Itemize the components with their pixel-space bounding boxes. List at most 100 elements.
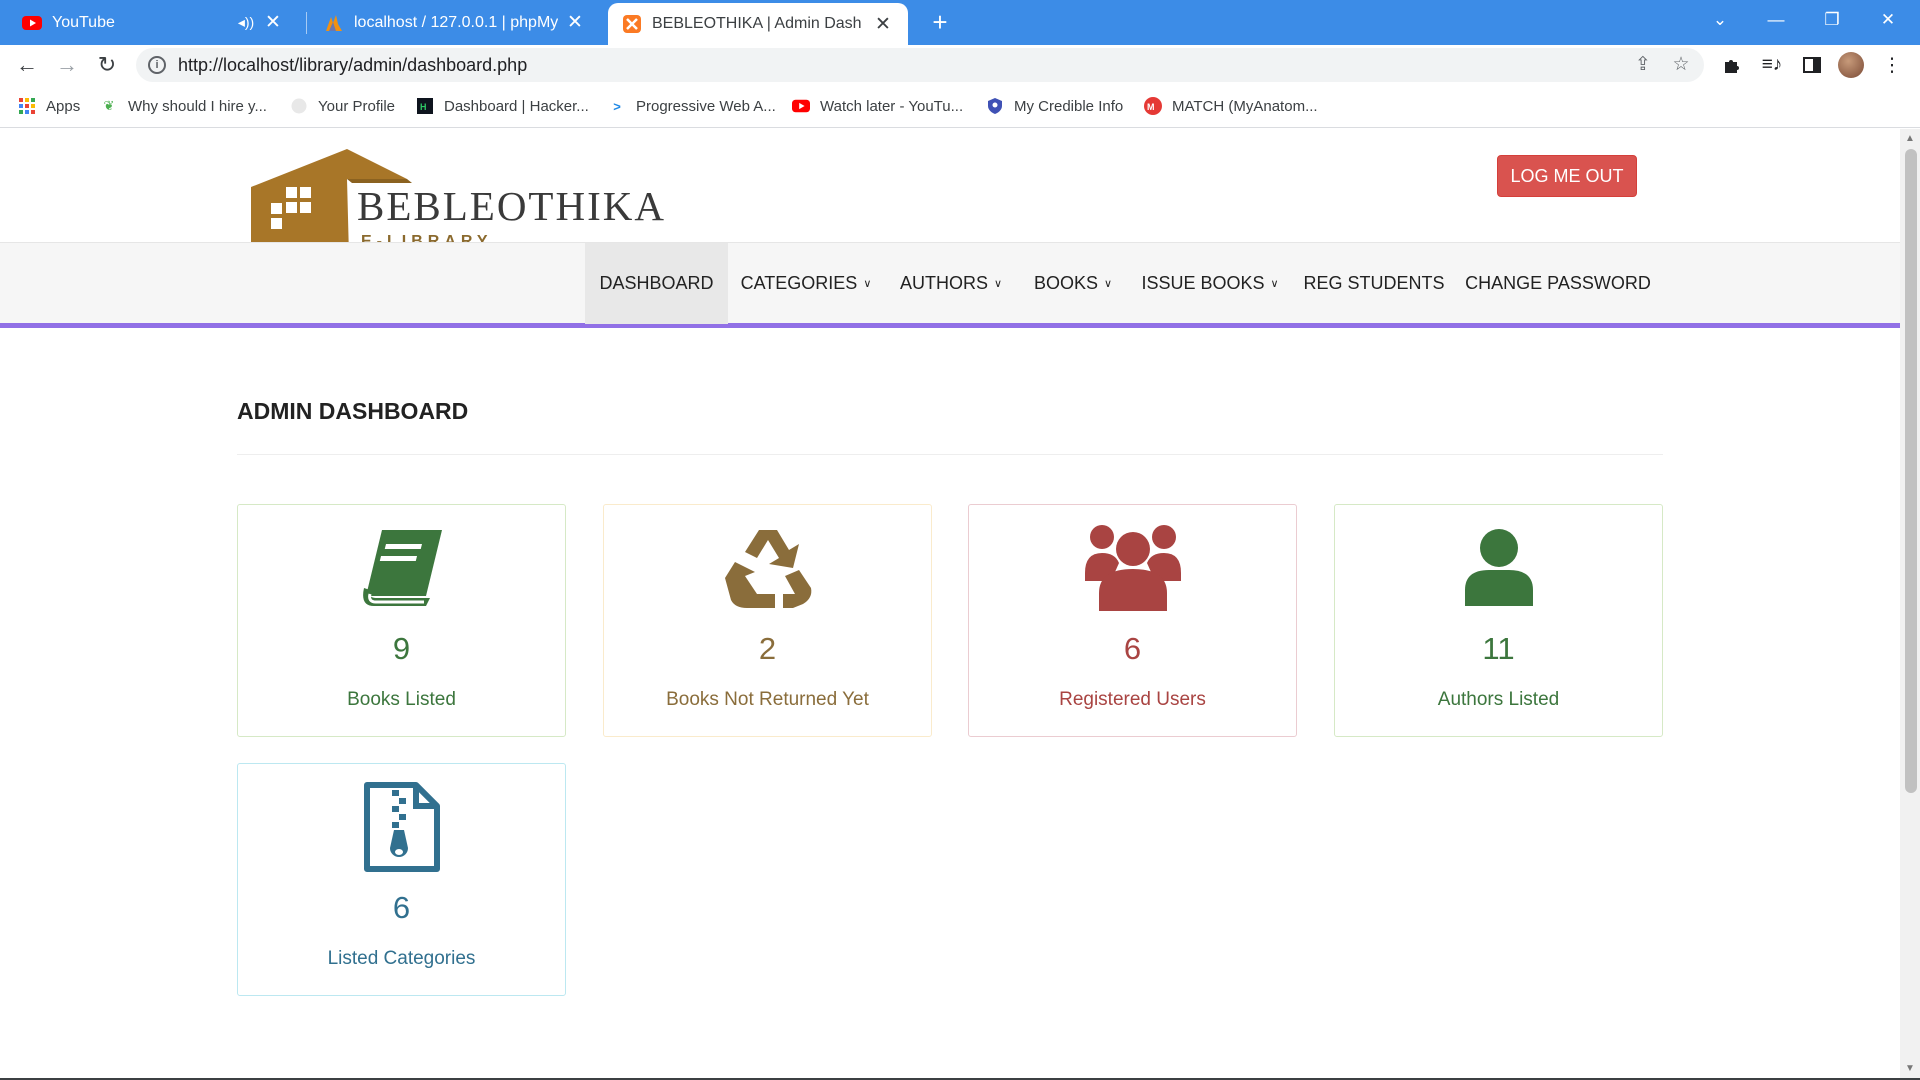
page-viewport: BEBLEOTHIKA E-LIBRARY LOG ME OUT DASHBOA… [0,129,1900,1080]
browser-toolbar: ← → ↻ i http://localhost/library/admin/d… [0,45,1920,85]
card-label: Books Listed [347,689,456,710]
close-icon[interactable]: ✕ [872,13,894,36]
bookmark-watch-later[interactable]: Watch later - YouTu... [792,95,963,117]
file-zip-icon [238,782,565,872]
forward-icon[interactable]: → [50,49,84,81]
close-icon[interactable]: ✕ [564,11,586,34]
match-icon: M [1144,97,1162,115]
chevron-down-icon: ∨ [1103,278,1113,290]
scroll-up-arrow-icon[interactable]: ▲ [1904,133,1916,144]
side-panel-icon[interactable] [1796,50,1828,80]
speaker-icon[interactable]: ◂)) [236,14,256,31]
extensions-icon[interactable] [1716,50,1748,80]
nav-categories[interactable]: CATEGORIES ∨ [728,243,884,324]
more-menu-icon[interactable]: ⋮ [1876,50,1908,80]
youtube-icon [792,97,810,115]
hackerrank-icon: H [416,97,434,115]
tab-phpmyadmin[interactable]: localhost / 127.0.0.1 | phpMyAdm ✕ [310,0,600,45]
tab-divider [306,12,307,34]
bookmark-apps[interactable]: Apps [18,95,80,117]
leaf-icon: ❦ [103,98,115,113]
github-icon [290,97,308,115]
page-scrollbar[interactable]: ▲ ▼ [1900,129,1920,1080]
tab-title: BEBLEOTHIKA | Admin Dash Boar [652,15,866,32]
nav-label: AUTHORS [899,273,988,293]
nav-label: ISSUE BOOKS [1141,273,1265,293]
tab-bebleothika[interactable]: BEBLEOTHIKA | Admin Dash Boar ✕ [608,3,908,45]
nav-label: REG STUDENTS [1303,273,1445,293]
card-authors-listed[interactable]: 11 Authors Listed [1334,504,1663,737]
profile-avatar[interactable] [1838,52,1864,78]
bookmark-credible[interactable]: My Credible Info [986,95,1123,117]
bookmark-profile[interactable]: Your Profile [290,95,395,117]
bookmark-hackerrank[interactable]: H Dashboard | Hacker... [416,95,589,117]
card-value: 9 [392,631,411,666]
card-listed-categories[interactable]: 6 Listed Categories [237,763,566,996]
nav-label: CATEGORIES [740,273,858,293]
back-icon[interactable]: ← [10,49,44,81]
tab-youtube[interactable]: YouTube ◂)) ✕ [8,0,298,45]
chevron-down-icon: ∨ [993,278,1003,290]
card-label: Books Not Returned Yet [666,689,869,710]
shield-icon [986,97,1004,115]
nav-dashboard[interactable]: DASHBOARD [585,243,728,324]
browser-tab-strip: YouTube ◂)) ✕ localhost / 127.0.0.1 | ph… [0,0,1920,45]
tab-title: localhost / 127.0.0.1 | phpMyAdm [354,13,558,31]
card-value: 11 [1482,631,1515,666]
phpmyadmin-icon [324,13,344,33]
card-books-listed[interactable]: 9 Books Listed [237,504,566,737]
tab-search-icon[interactable]: ⌄ [1692,0,1748,40]
minimize-button[interactable]: — [1748,0,1804,40]
bookmark-label: Watch later - YouTu... [820,97,964,115]
nav-authors[interactable]: AUTHORS ∨ [884,243,1018,324]
chevron-down-icon: ∨ [1270,278,1279,290]
share-icon[interactable]: ⇪ [1630,53,1656,77]
nav-label: CHANGE PASSWORD [1465,273,1651,293]
restore-button[interactable]: ❐ [1804,0,1860,40]
media-control-icon[interactable]: ≡♪ [1756,50,1788,80]
site-header: BEBLEOTHIKA E-LIBRARY LOG ME OUT [0,129,1900,256]
card-registered-users[interactable]: 6 Registered Users [968,504,1297,737]
vscode-icon: > [613,98,621,114]
site-logo[interactable]: BEBLEOTHIKA E-LIBRARY [237,149,664,256]
svg-text:H: H [420,102,427,112]
scroll-down-arrow-icon[interactable]: ▼ [1904,1063,1916,1074]
nav-change-password[interactable]: CHANGE PASSWORD [1456,243,1660,324]
url-text[interactable]: http://localhost/library/admin/dashboard… [178,55,527,76]
bookmark-pwa[interactable]: > Progressive Web A... [608,95,776,117]
apps-grid-icon [18,97,36,115]
nav-issue-books[interactable]: ISSUE BOOKS ∨ [1128,243,1292,324]
bookmarks-bar: Apps ❦ Why should I hire y... Your Profi… [0,85,1920,128]
bookmark-label: Why should I hire y... [128,97,267,115]
nav-reg-students[interactable]: REG STUDENTS [1292,243,1456,324]
new-tab-button[interactable]: + [920,0,960,45]
nav-label: BOOKS [1033,273,1098,293]
main-nav: DASHBOARD CATEGORIES ∨ AUTHORS ∨ BOOKS ∨… [0,242,1900,328]
bookmark-label: Apps [46,97,81,115]
logo-title: BEBLEOTHIKA [357,183,666,229]
star-icon[interactable]: ☆ [1668,53,1694,77]
card-label: Registered Users [1059,689,1206,710]
bookmark-label: Your Profile [318,97,395,115]
card-value: 6 [1123,631,1142,666]
card-value: 2 [758,631,777,666]
reload-icon[interactable]: ↻ [90,49,124,81]
chevron-down-icon: ∨ [863,278,872,290]
tab-title: YouTube [52,13,115,31]
bookmark-label: Progressive Web A... [636,97,776,115]
card-books-not-returned[interactable]: 2 Books Not Returned Yet [603,504,932,737]
bookmark-hire[interactable]: ❦ Why should I hire y... [100,95,267,117]
user-icon [1335,523,1662,613]
close-icon[interactable]: ✕ [262,11,284,34]
logout-button[interactable]: LOG ME OUT [1497,155,1637,197]
card-label: Listed Categories [327,948,476,969]
nav-books[interactable]: BOOKS ∨ [1018,243,1128,324]
xampp-icon [622,14,642,34]
close-window-button[interactable]: ✕ [1860,0,1916,40]
info-icon[interactable]: i [148,56,166,74]
book-icon [238,523,565,613]
scrollbar-thumb[interactable] [1905,149,1917,793]
bookmark-label: My Credible Info [1014,97,1124,115]
address-bar[interactable]: i http://localhost/library/admin/dashboa… [136,48,1704,82]
bookmark-match[interactable]: M MATCH (MyAnatom... [1144,95,1318,117]
